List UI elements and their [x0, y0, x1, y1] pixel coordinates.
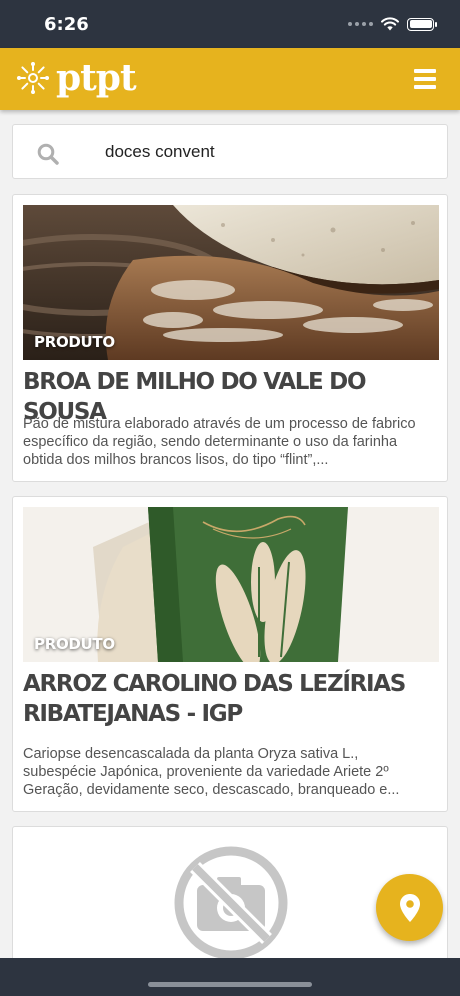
- location-pin-icon: [399, 893, 420, 922]
- card-image[interactable]: PRODUTO: [23, 205, 439, 360]
- result-card[interactable]: PRODUTO ARROZ CAROLINO DAS LEZÍRIAS RIBA…: [12, 496, 448, 812]
- card-image[interactable]: PRODUTO: [23, 507, 439, 662]
- status-icons: [348, 17, 437, 31]
- search-icon[interactable]: [37, 143, 59, 165]
- battery-icon: [407, 17, 437, 31]
- app-header: ptpt: [0, 48, 460, 110]
- result-card[interactable]: PRODUTO BROA DE MILHO DO VALE DO SOUSA P…: [12, 194, 448, 482]
- sun-logo-icon: [17, 62, 49, 94]
- cellular-signal-icon: [348, 22, 373, 26]
- home-indicator[interactable]: [148, 982, 312, 987]
- home-bar-area: [0, 958, 460, 996]
- location-button[interactable]: [376, 874, 443, 941]
- no-photo-icon: [174, 846, 288, 960]
- menu-icon[interactable]: [414, 69, 436, 89]
- card-description: Pão de mistura elaborado através de um p…: [23, 416, 416, 468]
- card-title[interactable]: ARROZ CAROLINO DAS LEZÍRIAS RIBATEJANAS …: [23, 669, 439, 729]
- status-time: 6:26: [44, 14, 89, 35]
- search-bar: [12, 124, 448, 179]
- card-description: Cariopse desencascalada da planta Oryza …: [23, 746, 400, 798]
- card-badge: PRODUTO: [34, 635, 115, 653]
- card-badge: PRODUTO: [34, 333, 115, 351]
- status-bar: 6:26: [0, 0, 460, 48]
- search-input[interactable]: [105, 139, 425, 165]
- logo-text: ptpt: [56, 57, 137, 99]
- wifi-icon: [381, 17, 399, 31]
- logo[interactable]: ptpt: [16, 57, 137, 99]
